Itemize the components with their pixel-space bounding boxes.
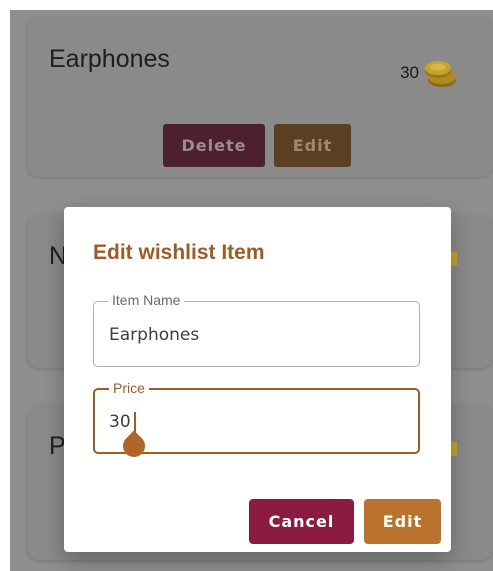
- item-price-value: 30: [400, 63, 419, 82]
- dialog-title: Edit wishlist Item: [93, 241, 265, 264]
- gold-coins-icon: [425, 61, 456, 87]
- price-label: Price: [109, 380, 149, 396]
- edit-button[interactable]: Edit: [274, 124, 351, 167]
- delete-button[interactable]: Delete: [163, 124, 265, 167]
- item-name: Earphones: [49, 45, 170, 73]
- price-field[interactable]: Price 30: [93, 380, 420, 462]
- wishlist-card: Earphones 30 Delete Edit: [27, 17, 493, 177]
- edit-item-dialog: Edit wishlist Item Item Name Earphones P…: [64, 207, 451, 552]
- cursor-handle[interactable]: [118, 430, 150, 462]
- cancel-button[interactable]: Cancel: [249, 499, 354, 544]
- confirm-edit-button[interactable]: Edit: [364, 499, 441, 544]
- item-price: 30: [400, 58, 457, 88]
- price-value[interactable]: 30: [109, 412, 131, 432]
- item-name-value[interactable]: Earphones: [109, 325, 199, 345]
- item-name-field[interactable]: Item Name Earphones: [93, 292, 420, 367]
- item-name-label: Item Name: [108, 292, 185, 308]
